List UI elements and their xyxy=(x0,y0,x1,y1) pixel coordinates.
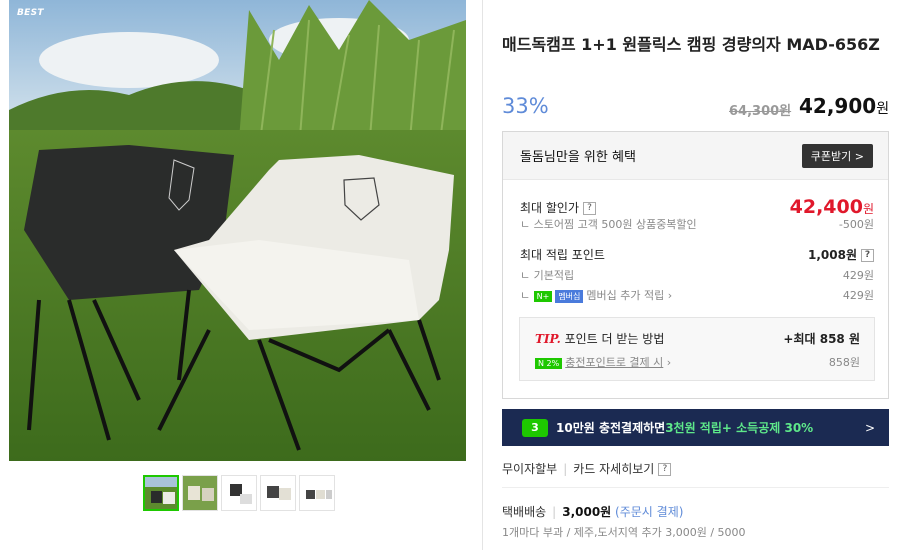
shipping-extra: 1개마다 부과 / 제주,도서지역 추가 3,000원 / 5000 xyxy=(502,526,746,539)
shipping-fee: 3,000원 xyxy=(562,505,612,519)
thumbnail-1[interactable] xyxy=(143,475,179,511)
column-divider xyxy=(482,0,483,550)
charge-promo-banner[interactable]: 3 10만원 충전결제하면 3천원 적립 + 소득공제 30% > xyxy=(502,409,889,446)
banner-text-c: + 소득공제 30% xyxy=(721,421,814,435)
benefit-title: 돌돔님만을 위한 혜택 xyxy=(520,150,636,165)
thumbnail-strip xyxy=(143,475,335,511)
membership-value: 429원 xyxy=(842,289,874,302)
thumbnail-3[interactable] xyxy=(221,475,257,511)
thumbnail-5[interactable] xyxy=(299,475,335,511)
membership-badge: 멤버십 xyxy=(555,289,584,303)
shipping-info: 택배배송 | 3,000원 (주문시 결제) xyxy=(502,505,684,519)
banner-text-a: 10만원 충전결제하면 xyxy=(556,421,666,435)
product-title: 매드독캠프 1+1 원플릭스 캠핑 경량의자 MAD-656Z xyxy=(502,35,880,54)
points-value: 1,008원 xyxy=(808,248,857,262)
tip-box: TIP. 포인트 더 받는 방법 +최대 858 원 N 2% 충전포인트로 결제… xyxy=(519,317,875,381)
shipping-label: 택배배송 xyxy=(502,505,547,519)
thumbnail-4[interactable] xyxy=(260,475,296,511)
naver-plus-badge: N+ xyxy=(533,290,553,302)
help-icon[interactable]: ? xyxy=(658,463,672,476)
naver-point-badge: 3 xyxy=(522,418,548,437)
points-label: 최대 적립 포인트 xyxy=(520,248,605,262)
help-icon[interactable]: ? xyxy=(583,201,597,215)
benefit-box: 돌돔님만을 위한 혜택 쿠폰받기 > 최대 할인가? 42,400원 ㄴ 스토어… xyxy=(502,131,889,399)
shipping-payment: (주문시 결제) xyxy=(615,505,684,519)
best-badge: BEST xyxy=(17,8,44,18)
basic-points-label: 기본적립 xyxy=(533,269,575,282)
max-discount-unit: 원 xyxy=(862,202,874,216)
section-divider xyxy=(502,487,889,488)
coupon-button[interactable]: 쿠폰받기 > xyxy=(801,143,873,168)
chevron-right-icon: > xyxy=(864,420,875,435)
tip-prefix: TIP. xyxy=(535,332,561,346)
discount-rate: 33% xyxy=(502,94,549,118)
tip-label: 포인트 더 받는 방법 xyxy=(564,332,665,346)
main-product-photo[interactable]: BEST xyxy=(9,0,466,461)
store-discount-row: ㄴ 스토어찜 고객 500원 상품중복할인 -500원 xyxy=(520,218,874,231)
naver-pay-badge: N 2% xyxy=(535,357,563,369)
max-discount-row: 최대 할인가? 42,400원 xyxy=(520,196,874,218)
tip-sub-label: 충전포인트로 결제 시 xyxy=(565,356,664,369)
membership-label: 멤버십 추가 적립 xyxy=(586,289,665,302)
payment-links: 무이자할부 | 카드 자세히보기? xyxy=(502,460,672,477)
basic-points-value: 429원 xyxy=(842,269,874,282)
max-discount-label: 최대 할인가 xyxy=(520,200,580,215)
sale-price: 42,900원 xyxy=(799,94,889,118)
store-discount-value: -500원 xyxy=(838,218,874,231)
product-gallery: BEST xyxy=(9,0,466,550)
sale-price-unit: 원 xyxy=(876,101,890,117)
installment-link[interactable]: 무이자할부 xyxy=(502,462,557,476)
max-discount-value: 42,400 xyxy=(789,196,863,218)
basic-points-row: ㄴ 기본적립 429원 xyxy=(520,269,874,282)
store-discount-label: 스토어찜 고객 500원 상품중복할인 xyxy=(533,218,697,231)
thumbnail-2[interactable] xyxy=(182,475,218,511)
banner-text-b: 3천원 적립 xyxy=(665,421,722,435)
membership-row[interactable]: ㄴ N+ 멤버십 멤버십 추가 적립 › 429원 xyxy=(520,287,874,303)
tip-row: TIP. 포인트 더 받는 방법 +최대 858 원 xyxy=(535,330,860,347)
help-icon[interactable]: ? xyxy=(861,249,874,262)
tip-max: +최대 858 원 xyxy=(783,332,860,346)
tip-sub-row[interactable]: N 2% 충전포인트로 결제 시 › 858원 xyxy=(535,354,860,370)
original-price: 64,300원 xyxy=(729,104,792,119)
points-row: 최대 적립 포인트 1,008원? xyxy=(520,246,874,263)
tip-sub-value: 858원 xyxy=(828,356,860,369)
benefit-header: 돌돔님만을 위한 혜택 쿠폰받기 > xyxy=(503,132,888,180)
sale-price-value: 42,900 xyxy=(799,94,877,118)
max-discount-price: 42,400원 xyxy=(790,196,874,218)
card-detail-link[interactable]: 카드 자세히보기 xyxy=(573,462,654,476)
